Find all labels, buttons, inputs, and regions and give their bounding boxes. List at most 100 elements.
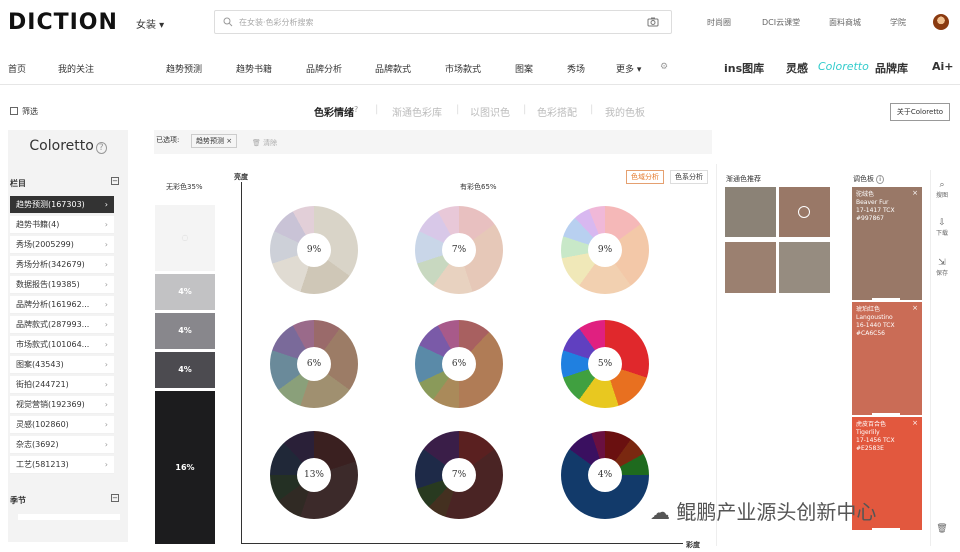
filter-toggle[interactable]: 筛选 [10,106,38,117]
achromatic-bar-light[interactable]: 4% [155,274,215,310]
link-dci-class[interactable]: DCI云课堂 [762,17,800,28]
clear-button[interactable]: 🗑 清除 [252,138,277,148]
sidebar-item-label: 趋势预测(167303) [16,200,85,209]
donut-percentage: 4% [588,458,622,492]
sidebar-item[interactable]: 秀场分析(342679) › [10,256,114,274]
color-gamut-donut[interactable]: 4% [561,431,649,519]
sidebar-item-label: 街拍(244721) [16,380,69,389]
collapse-icon[interactable]: − [111,177,119,185]
nav-trend-books[interactable]: 趋势书籍 [236,62,272,75]
tool-image-search[interactable]: ⌕ 搜图 [932,180,952,199]
recommend-swatch[interactable] [725,242,776,293]
color-gamut-donut[interactable]: 5% [561,320,649,408]
save-icon: ⇲ [938,258,946,268]
color-gamut-donut[interactable]: 6% [270,320,358,408]
nav-inspiration[interactable]: 灵感 [786,60,808,76]
collapse-icon[interactable]: − [111,494,119,502]
palette-card-hex: #E2583E [856,445,884,452]
drag-handle[interactable] [872,298,900,301]
avatar[interactable] [933,14,949,30]
nav-more[interactable]: 更多 ▾ [616,62,641,75]
sidebar-item[interactable]: 秀场(2005299) › [10,236,114,254]
tab-color-match[interactable]: 色彩搭配 [537,104,577,119]
sidebar-item-label: 数据报告(19385) [16,280,80,289]
search-input[interactable]: 在女装·色彩分析搜索 [214,10,672,34]
tab-image-color[interactable]: 以图识色 [470,104,510,119]
chevron-right-icon: › [104,320,108,329]
sidebar-item[interactable]: 灵感(102860) › [10,416,114,434]
logo[interactable]: DICTION [8,10,118,35]
category-dropdown[interactable]: 女装 ▾ [136,16,164,31]
sidebar-item[interactable]: 品牌款式(287993... › [10,316,114,334]
nav-trend-forecast[interactable]: 趋势预测 [166,62,202,75]
tab-color-mood[interactable]: 色彩情绪 [314,104,354,119]
achromatic-bar-black[interactable]: 16% [155,391,215,544]
sidebar-item-label: 图案(43543) [16,360,64,369]
drag-handle[interactable] [872,528,900,531]
recommend-swatch-selected[interactable] [779,187,830,237]
drag-handle[interactable] [872,413,900,416]
sidebar-item-label: 灵感(102860) [16,420,69,429]
nav-ins-gallery[interactable]: ins图库 [724,60,764,76]
tab-color-library[interactable]: 渐通色彩库 [392,104,442,119]
achromatic-bar-dark[interactable]: 4% [155,352,215,388]
close-icon[interactable]: × [912,189,918,197]
settings-icon[interactable]: ⚙ [660,62,668,72]
link-fashion-circle[interactable]: 时尚圈 [707,17,731,28]
trash-icon[interactable]: 🗑 [932,524,952,534]
color-gamut-donut[interactable]: 9% [270,206,358,294]
nav-home[interactable]: 首页 [8,62,26,75]
nav-market-styles[interactable]: 市场款式 [445,62,481,75]
recommend-swatch[interactable] [779,242,830,293]
palette-card[interactable]: 琥珀红色 Langoustino 16-1440 TCX #CA6C56 × [852,302,922,416]
color-gamut-donut[interactable]: 7% [415,431,503,519]
empty-icon: ◌ [181,233,189,242]
color-gamut-donut[interactable]: 9% [561,206,649,294]
sidebar-item-label: 秀场分析(342679) [16,260,85,269]
close-icon[interactable]: × [912,304,918,312]
sidebar-item[interactable]: 图案(43543) › [10,356,114,374]
link-fabric-mall[interactable]: 面料商城 [829,17,861,28]
donut-percentage: 7% [442,458,476,492]
palette-card[interactable]: 驼绒色 Beaver Fur 17-1417 TCX #997867 × [852,187,922,301]
camera-icon[interactable] [647,17,659,27]
color-gamut-donut[interactable]: 7% [415,206,503,294]
nav-ai[interactable]: Ai+ [932,60,954,73]
tool-save[interactable]: ⇲ 保存 [932,258,952,277]
sidebar-item[interactable]: 趋势书籍(4) › [10,216,114,234]
help-icon[interactable]: ? [354,105,358,114]
nav-brand-styles[interactable]: 品牌款式 [375,62,411,75]
selected-chip[interactable]: 趋势预测 × [191,134,238,148]
season-slider[interactable] [18,514,120,520]
hue-analysis-toggle[interactable]: 色系分析 [670,170,708,184]
sidebar-item[interactable]: 市场款式(101064... › [10,336,114,354]
sidebar-item[interactable]: 数据报告(19385) › [10,276,114,294]
achromatic-bar-white[interactable]: ◌ [155,205,215,271]
sidebar-item[interactable]: 视觉营销(192369) › [10,396,114,414]
nav-patterns[interactable]: 图案 [515,62,533,75]
donut-percentage: 5% [588,347,622,381]
link-academy[interactable]: 学院 [890,17,906,28]
nav-runway[interactable]: 秀场 [567,62,585,75]
tab-my-palette[interactable]: 我的色板 [605,104,645,119]
sidebar-item[interactable]: 杂志(3692) › [10,436,114,454]
sidebar-item[interactable]: 街拍(244721) › [10,376,114,394]
donut-percentage: 6% [442,347,476,381]
about-coloretto-button[interactable]: 关于Coloretto [890,103,950,121]
sidebar-item[interactable]: 工艺(581213) › [10,456,114,474]
nav-brand-library[interactable]: 品牌库 [875,60,908,76]
color-gamut-donut[interactable]: 6% [415,320,503,408]
gamut-analysis-toggle[interactable]: 色域分析 [626,170,664,184]
close-icon[interactable]: × [912,419,918,427]
nav-coloretto[interactable]: Coloretto [818,60,869,73]
recommend-title: 渐通色推荐 [726,175,761,183]
sidebar-item[interactable]: 趋势预测(167303) › [10,196,114,214]
nav-brand-analysis[interactable]: 品牌分析 [306,62,342,75]
donut-percentage: 9% [588,233,622,267]
achromatic-bar-mid[interactable]: 4% [155,313,215,349]
color-gamut-donut[interactable]: 13% [270,431,358,519]
recommend-swatch[interactable] [725,187,776,237]
sidebar-item[interactable]: 品牌分析(161962... › [10,296,114,314]
tool-download[interactable]: ⇩ 下载 [932,218,952,237]
nav-following[interactable]: 我的关注 [58,62,94,75]
